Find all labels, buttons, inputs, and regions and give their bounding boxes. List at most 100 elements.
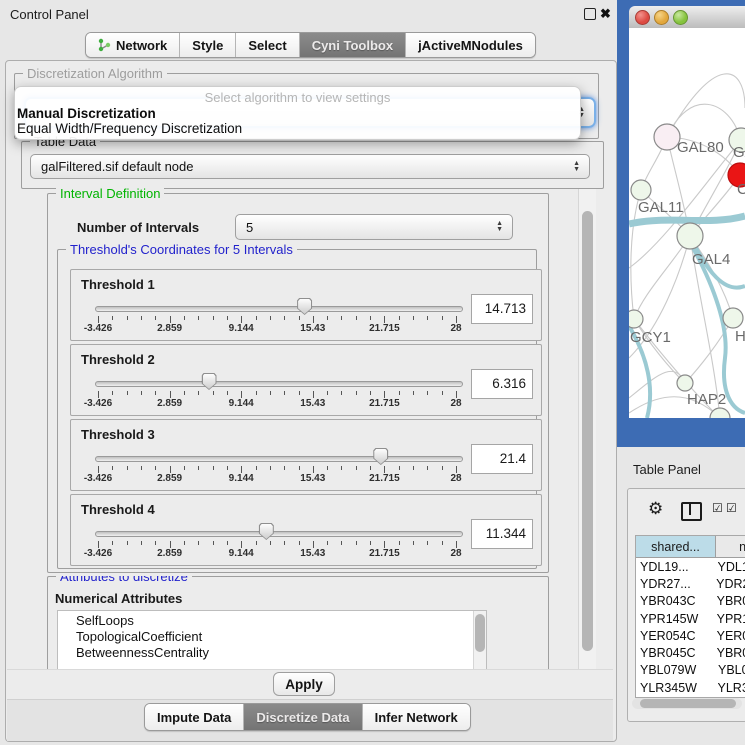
threshold-value-field[interactable]: 14.713 — [471, 294, 533, 324]
tick-mark — [198, 316, 199, 320]
network-node-label: GAL4 — [692, 251, 730, 268]
tick-mark — [456, 316, 457, 323]
tick-label: 21.715 — [369, 548, 400, 559]
node-table[interactable]: shared... na YDL19...YDL1YDR27...YDR2YBR… — [635, 535, 745, 698]
network-titlebar[interactable] — [629, 6, 745, 29]
tab-label: Select — [248, 38, 286, 53]
checkbox-column-icon[interactable]: ☑ — [712, 501, 723, 515]
table-hscrollbar[interactable] — [632, 698, 742, 709]
tick-mark — [127, 391, 128, 395]
tick-label: 28 — [450, 548, 461, 559]
slider-track[interactable] — [95, 456, 463, 462]
cell-shared-name: YBR045C — [640, 646, 713, 660]
tick-mark — [427, 541, 428, 545]
gear-icon[interactable]: ⚙ — [648, 499, 663, 519]
network-node-gcy1[interactable] — [629, 310, 643, 328]
apply-button[interactable]: Apply — [273, 672, 335, 696]
tick-mark — [112, 541, 113, 545]
tick-mark — [413, 316, 414, 320]
cell-name: YDL1 — [718, 560, 745, 574]
network-node[interactable] — [710, 408, 730, 418]
network-node-label: HAP2 — [687, 391, 726, 408]
tick-label: 9.144 — [229, 398, 254, 409]
tick-mark — [270, 541, 271, 545]
numerical-attributes-list[interactable]: SelfLoopsTopologicalCoefficientBetweenne… — [57, 610, 487, 669]
table-data-combo[interactable]: galFiltered.sif default node ▲▼ — [30, 154, 590, 179]
attribute-item[interactable]: BetweennessCentrality — [58, 645, 486, 661]
threshold-value-field[interactable]: 6.316 — [471, 369, 533, 399]
table-row[interactable]: YPR145WYPR1 — [636, 610, 745, 627]
tab-select[interactable]: Select — [235, 33, 298, 57]
cell-name: YBL0 — [718, 663, 745, 677]
panel-scrollbar-thumb[interactable] — [582, 211, 593, 651]
tick-mark — [413, 466, 414, 470]
close-icon[interactable]: ✖ — [600, 7, 611, 20]
slider-track[interactable] — [95, 381, 463, 387]
column-header-shared[interactable]: shared... — [636, 536, 716, 558]
tick-mark — [256, 391, 257, 395]
tick-label: 2.859 — [157, 398, 182, 409]
tab-network[interactable]: Network — [86, 33, 179, 57]
network-node-h[interactable] — [723, 308, 743, 328]
threshold-label: Threshold 2 — [81, 352, 155, 367]
tab-style[interactable]: Style — [179, 33, 235, 57]
tick-mark — [427, 466, 428, 470]
float-icon[interactable] — [584, 8, 596, 20]
tick-mark — [456, 391, 457, 398]
panel-scrollbar[interactable] — [578, 189, 596, 669]
network-node-label: H — [735, 328, 745, 345]
network-node-hap2[interactable] — [677, 375, 693, 391]
table-row[interactable]: YBL079WYBL0 — [636, 662, 745, 679]
popup-option-manual[interactable]: Manual Discretization — [15, 106, 580, 121]
slider-track[interactable] — [95, 306, 463, 312]
close-light-icon[interactable] — [635, 10, 650, 25]
table-row[interactable]: YER054CYER0 — [636, 627, 745, 644]
tab-jactivemnodules[interactable]: jActiveMNodules — [405, 33, 535, 57]
tick-mark — [227, 391, 228, 395]
slider-thumb[interactable] — [202, 373, 217, 390]
slider-thumb[interactable] — [297, 298, 312, 315]
slider-thumb[interactable] — [373, 448, 388, 465]
attribute-item[interactable]: SelfLoops — [58, 613, 486, 629]
tick-label: 2.859 — [157, 548, 182, 559]
tick-mark — [299, 466, 300, 470]
network-canvas[interactable]: GAL80GACGAL11GAL4GCY1HHAP2 — [629, 28, 745, 418]
tick-mark — [299, 541, 300, 545]
tab-discretize-data[interactable]: Discretize Data — [243, 704, 361, 730]
table-hscrollbar-thumb[interactable] — [640, 699, 736, 708]
network-node-gal11[interactable] — [631, 180, 651, 200]
split-columns-icon[interactable] — [681, 502, 702, 521]
num-intervals-combo[interactable]: 5 ▲▼ — [235, 214, 513, 240]
attribute-item[interactable]: TopologicalCoefficient — [58, 629, 486, 645]
column-header-name[interactable]: na — [716, 536, 745, 558]
table-row[interactable]: YDL19...YDL1 — [636, 558, 745, 575]
table-row[interactable]: YBR043CYBR0 — [636, 593, 745, 610]
table-row[interactable]: YLR345WYLR3 — [636, 679, 745, 696]
table-row[interactable]: YDR27...YDR2 — [636, 575, 745, 592]
threshold-panel-4: Threshold 4-3.4262.8599.14415.4321.71528… — [70, 494, 542, 566]
tick-mark — [442, 316, 443, 320]
threshold-value-field[interactable]: 21.4 — [471, 444, 533, 474]
network-node-gal4[interactable] — [677, 223, 703, 249]
cell-name: YER0 — [717, 629, 745, 643]
table-panel: ⚙ ☑ ☑ shared... na YDL19...YDL1YDR27...Y… — [627, 488, 745, 722]
slider-track[interactable] — [95, 531, 463, 537]
tab-impute-data[interactable]: Impute Data — [145, 704, 243, 730]
list-scrollbar-thumb[interactable] — [475, 614, 485, 652]
tick-mark — [127, 541, 128, 545]
checkbox-column-icon-2[interactable]: ☑ — [726, 501, 737, 515]
tab-cyni-toolbox[interactable]: Cyni Toolbox — [299, 33, 405, 57]
popup-option-equal[interactable]: Equal Width/Frequency Discretization — [15, 121, 580, 136]
list-scrollbar[interactable] — [473, 611, 486, 669]
tab-infer-network[interactable]: Infer Network — [362, 704, 470, 730]
minimize-light-icon[interactable] — [654, 10, 669, 25]
tab-label: Network — [116, 38, 167, 53]
threshold-value-field[interactable]: 11.344 — [471, 519, 533, 549]
tick-mark — [256, 541, 257, 545]
slider-thumb[interactable] — [259, 523, 274, 540]
tick-mark — [184, 316, 185, 320]
tab-label: Impute Data — [157, 710, 231, 725]
zoom-light-icon[interactable] — [673, 10, 688, 25]
tick-mark — [112, 391, 113, 395]
table-row[interactable]: YBR045CYBR0 — [636, 644, 745, 661]
